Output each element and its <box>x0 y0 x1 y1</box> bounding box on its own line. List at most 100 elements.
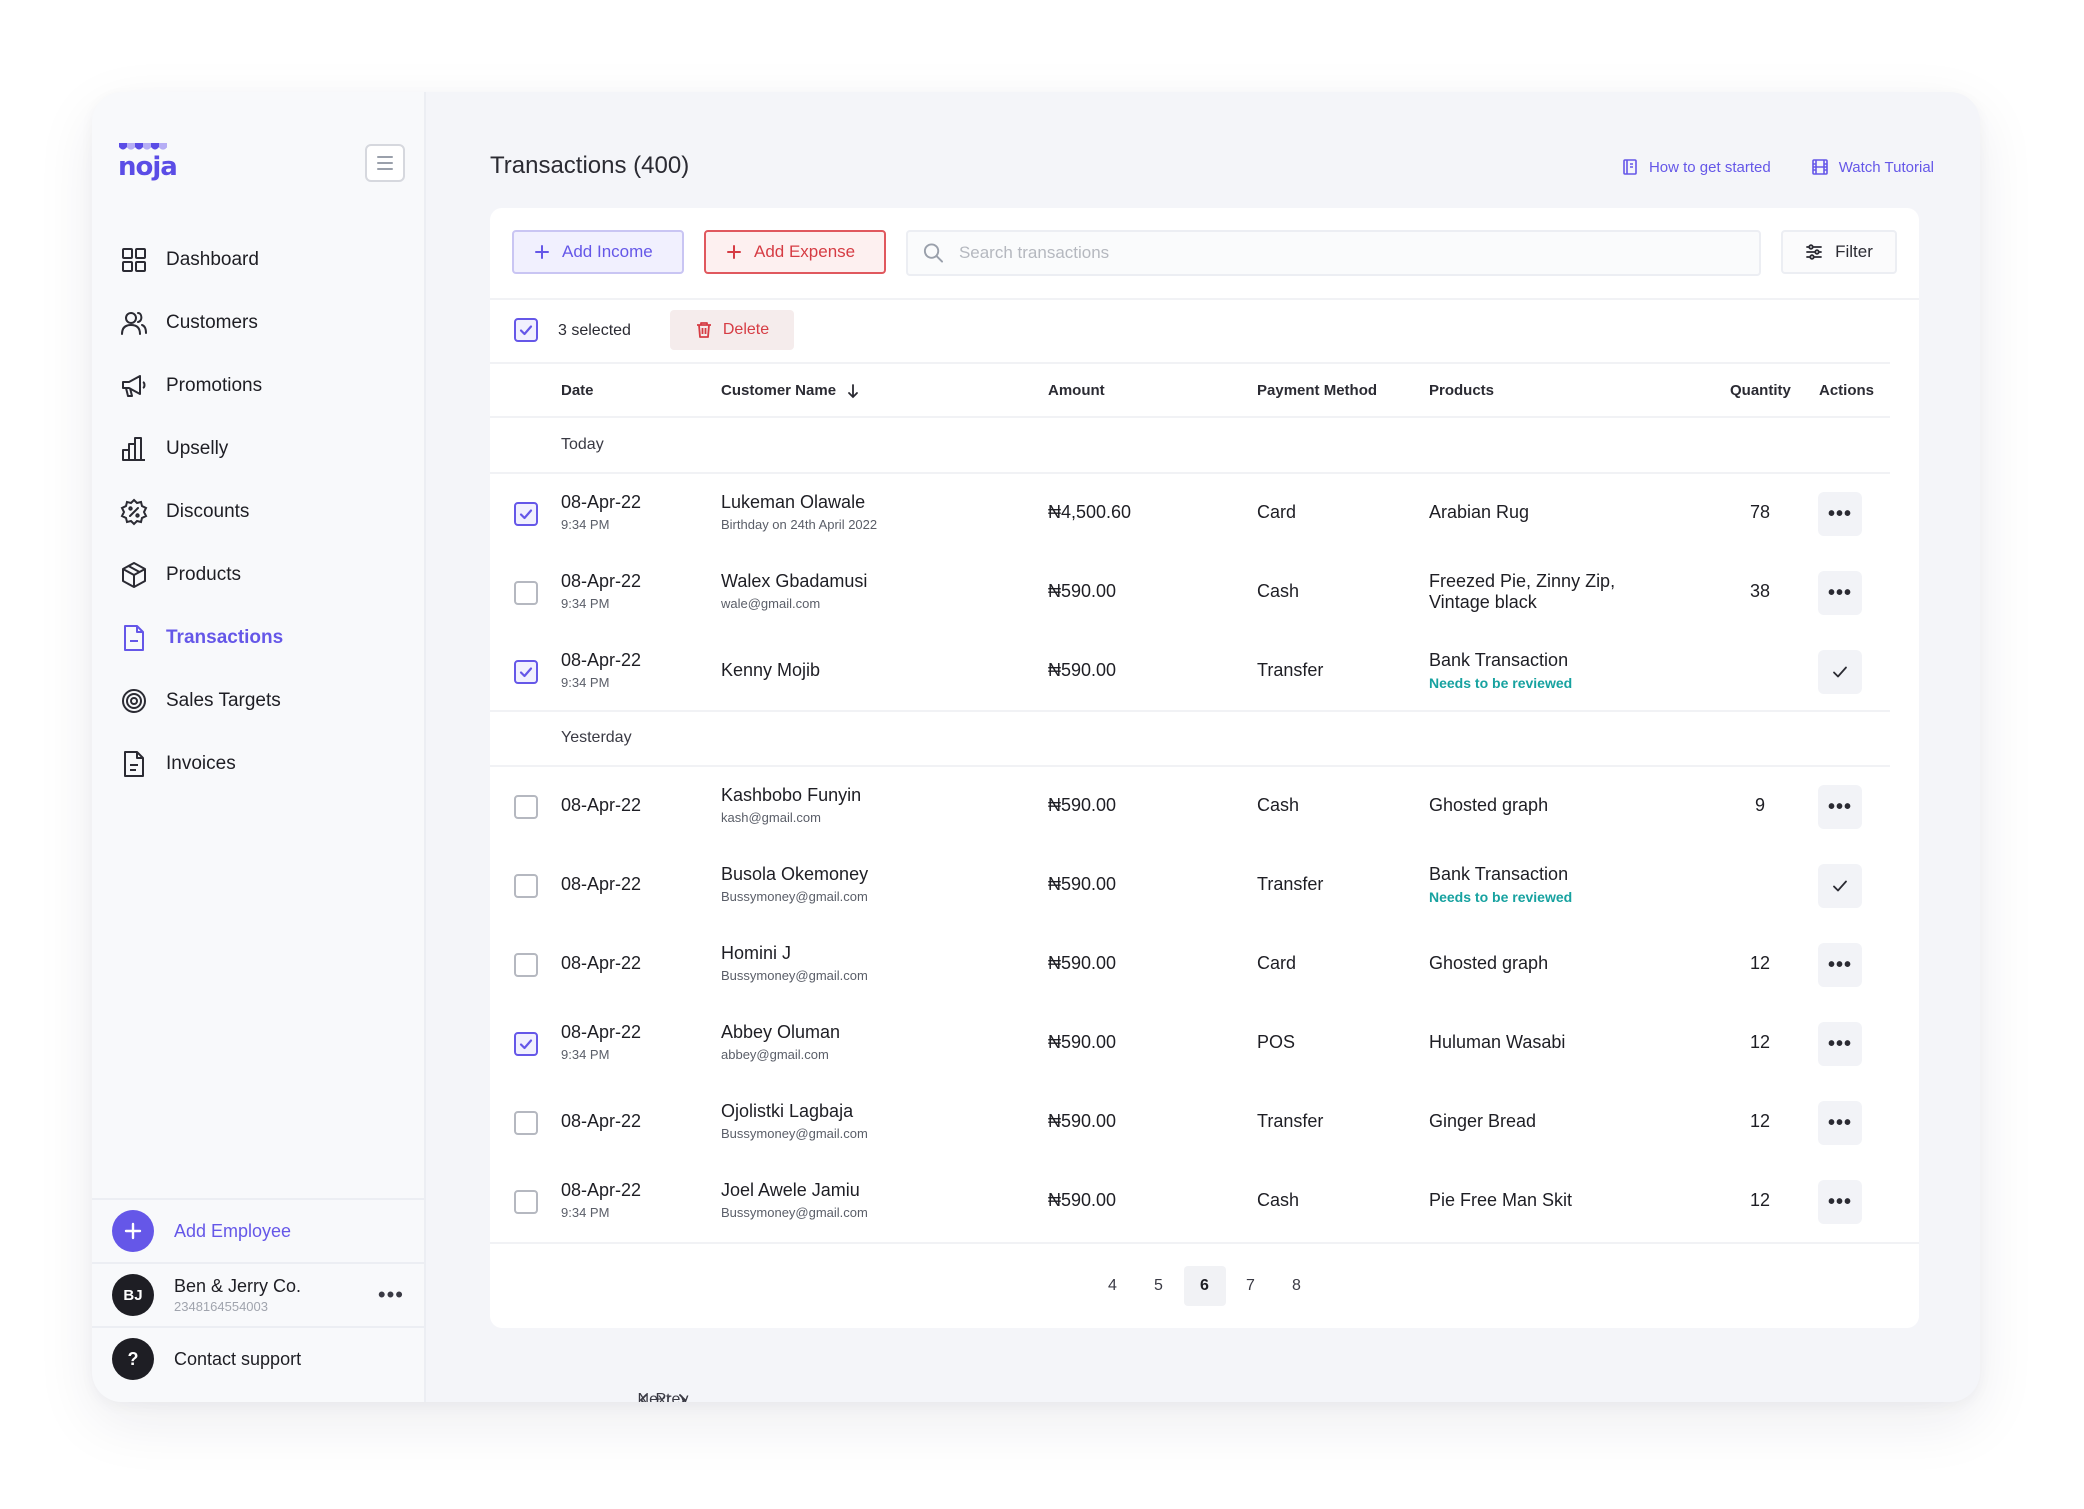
customer-detail: Bussymoney@gmail.com <box>721 1126 868 1141</box>
avatar: BJ <box>112 1274 154 1316</box>
sidebar-item-promotions[interactable]: Promotions <box>120 354 410 417</box>
row-checkbox[interactable] <box>514 502 538 526</box>
products-cell: Ginger Bread <box>1429 1111 1536 1132</box>
add-expense-button[interactable]: Add Expense <box>704 230 886 274</box>
row-checkbox[interactable] <box>514 1190 538 1214</box>
table-row[interactable]: 08-Apr-22 Kashbobo Funyin kash@gmail.com ₦5… <box>490 767 1890 846</box>
review-status[interactable]: Needs to be reviewed <box>1429 889 1572 905</box>
sidebar-item-customers[interactable]: Customers <box>120 291 410 354</box>
customer-name[interactable]: Homini J <box>721 943 868 964</box>
next-page-button[interactable]: Next <box>518 1380 808 1402</box>
watch-tutorial-label: Watch Tutorial <box>1838 158 1934 176</box>
row-checkbox[interactable] <box>514 953 538 977</box>
column-header-customer[interactable]: Customer Name <box>721 382 860 399</box>
column-header-payment[interactable]: Payment Method <box>1257 382 1377 399</box>
column-header-quantity[interactable]: Quantity <box>1730 382 1791 399</box>
row-checkbox[interactable] <box>514 1111 538 1135</box>
page-button-7[interactable]: 7 <box>1230 1266 1272 1306</box>
plus-icon <box>112 1210 154 1252</box>
row-actions-button[interactable]: ••• <box>1818 943 1862 987</box>
approve-button[interactable] <box>1818 650 1862 694</box>
row-checkbox[interactable] <box>514 660 538 684</box>
column-header-date[interactable]: Date <box>561 382 594 399</box>
row-checkbox[interactable] <box>514 581 538 605</box>
customer-name[interactable]: Walex Gbadamusi <box>721 571 867 592</box>
table-row[interactable]: 08-Apr-22 9:34 PM Walex Gbadamusi wale@gmai… <box>490 553 1890 632</box>
table-row[interactable]: 08-Apr-22 Homini J Bussymoney@gmail.com ₦59… <box>490 925 1890 1004</box>
customer-name[interactable]: Lukeman Olawale <box>721 492 877 513</box>
page-button-5[interactable]: 5 <box>1138 1266 1180 1306</box>
how-to-get-started-link[interactable]: How to get started <box>1621 158 1771 176</box>
delete-button[interactable]: Delete <box>670 310 794 350</box>
date-text: 08-Apr-22 <box>561 1111 642 1131</box>
table-row[interactable]: 08-Apr-22 9:34 PM Kenny Mojib ₦590.00 Transf… <box>490 632 1890 711</box>
more-options-icon[interactable]: ••• <box>378 1282 404 1308</box>
sidebar-item-invoices[interactable]: Invoices <box>120 732 410 795</box>
page-button-8[interactable]: 8 <box>1276 1266 1318 1306</box>
table-row[interactable]: 08-Apr-22 Ojolistki Lagbaja Bussymoney@gma… <box>490 1083 1890 1162</box>
row-actions-button[interactable]: ••• <box>1818 1101 1862 1145</box>
select-all-checkbox[interactable] <box>514 318 538 342</box>
logo-text: noja <box>118 152 178 182</box>
sidebar-item-dashboard[interactable]: Dashboard <box>120 228 410 291</box>
org-switcher[interactable]: BJ Ben & Jerry Co. 2348164554003 ••• <box>92 1262 426 1326</box>
customer-name[interactable]: Kashbobo Funyin <box>721 785 861 806</box>
customer-name[interactable]: Kenny Mojib <box>721 660 820 681</box>
sidebar-item-products[interactable]: Products <box>120 543 410 606</box>
date-text: 08-Apr-22 <box>561 953 642 973</box>
noja-logo[interactable]: noja <box>118 142 178 182</box>
discount-badge-icon <box>120 498 148 525</box>
sidebar-item-label: Customers <box>166 311 258 333</box>
toolbar: Add Income Add Expense Filter <box>512 230 1897 276</box>
products-cell: Bank Transaction Needs to be reviewed <box>1429 650 1572 691</box>
row-actions-button[interactable]: ••• <box>1818 1022 1862 1066</box>
column-header-amount[interactable]: Amount <box>1048 382 1105 399</box>
amount-cell: ₦590.00 <box>1048 1111 1117 1131</box>
customer-cell: Busola Okemoney Bussymoney@gmail.com <box>721 864 868 904</box>
sidebar-item-transactions[interactable]: Transactions <box>120 606 410 669</box>
sort-down-icon[interactable] <box>846 383 860 399</box>
row-actions-button[interactable]: ••• <box>1818 1180 1862 1224</box>
watch-tutorial-link[interactable]: Watch Tutorial <box>1811 158 1934 176</box>
customer-detail: kash@gmail.com <box>721 810 821 825</box>
grid-icon <box>122 247 146 272</box>
amount-cell: ₦590.00 <box>1048 953 1117 973</box>
review-status[interactable]: Needs to be reviewed <box>1429 675 1572 691</box>
sidebar-item-upselly[interactable]: Upselly <box>120 417 410 480</box>
invoice-icon <box>124 750 144 777</box>
sidebar-item-discounts[interactable]: Discounts <box>120 480 410 543</box>
row-actions-button[interactable]: ••• <box>1818 785 1862 829</box>
page-button-6[interactable]: 6 <box>1183 1266 1226 1306</box>
table-row[interactable]: 08-Apr-22 9:34 PM Joel Awele Jamiu Bussymon… <box>490 1162 1890 1241</box>
customer-name[interactable]: Ojolistki Lagbaja <box>721 1101 868 1122</box>
contact-support-button[interactable]: ? Contact support <box>92 1326 426 1390</box>
sidebar-item-sales-targets[interactable]: Sales Targets <box>120 669 410 732</box>
approve-button[interactable] <box>1818 864 1862 908</box>
customer-name[interactable]: Abbey Oluman <box>721 1022 840 1043</box>
users-icon <box>121 311 147 335</box>
add-income-button[interactable]: Add Income <box>512 230 684 274</box>
payment-method-cell: Transfer <box>1257 660 1324 680</box>
customer-name[interactable]: Joel Awele Jamiu <box>721 1180 868 1201</box>
page-button-4[interactable]: 4 <box>1092 1266 1134 1306</box>
row-checkbox[interactable] <box>514 874 538 898</box>
search-input[interactable] <box>958 243 1759 263</box>
row-checkbox[interactable] <box>514 1032 538 1056</box>
add-employee-button[interactable]: Add Employee <box>92 1198 426 1262</box>
row-checkbox[interactable] <box>514 795 538 819</box>
amount-cell: ₦590.00 <box>1048 581 1117 601</box>
add-income-label: Add Income <box>562 242 653 261</box>
more-options-icon: ••• <box>1827 795 1852 818</box>
column-header-products[interactable]: Products <box>1429 382 1494 399</box>
row-actions-button[interactable]: ••• <box>1818 571 1862 615</box>
date-cell: 08-Apr-22 9:34 PM <box>561 1180 641 1220</box>
customer-name[interactable]: Busola Okemoney <box>721 864 868 885</box>
table-row[interactable]: 08-Apr-22 9:34 PM Lukeman Olawale Birthday … <box>490 474 1890 553</box>
date-cell: 08-Apr-22 9:34 PM <box>561 650 641 690</box>
table-row[interactable]: 08-Apr-22 Busola Okemoney Bussymoney@gmail… <box>490 846 1890 925</box>
sidebar-toggle-button[interactable] <box>365 144 405 182</box>
products-cell: Ghosted graph <box>1429 953 1548 974</box>
row-actions-button[interactable]: ••• <box>1818 492 1862 536</box>
filter-button[interactable]: Filter <box>1781 230 1897 274</box>
table-row[interactable]: 08-Apr-22 9:34 PM Abbey Oluman abbey@gmail.… <box>490 1004 1890 1083</box>
